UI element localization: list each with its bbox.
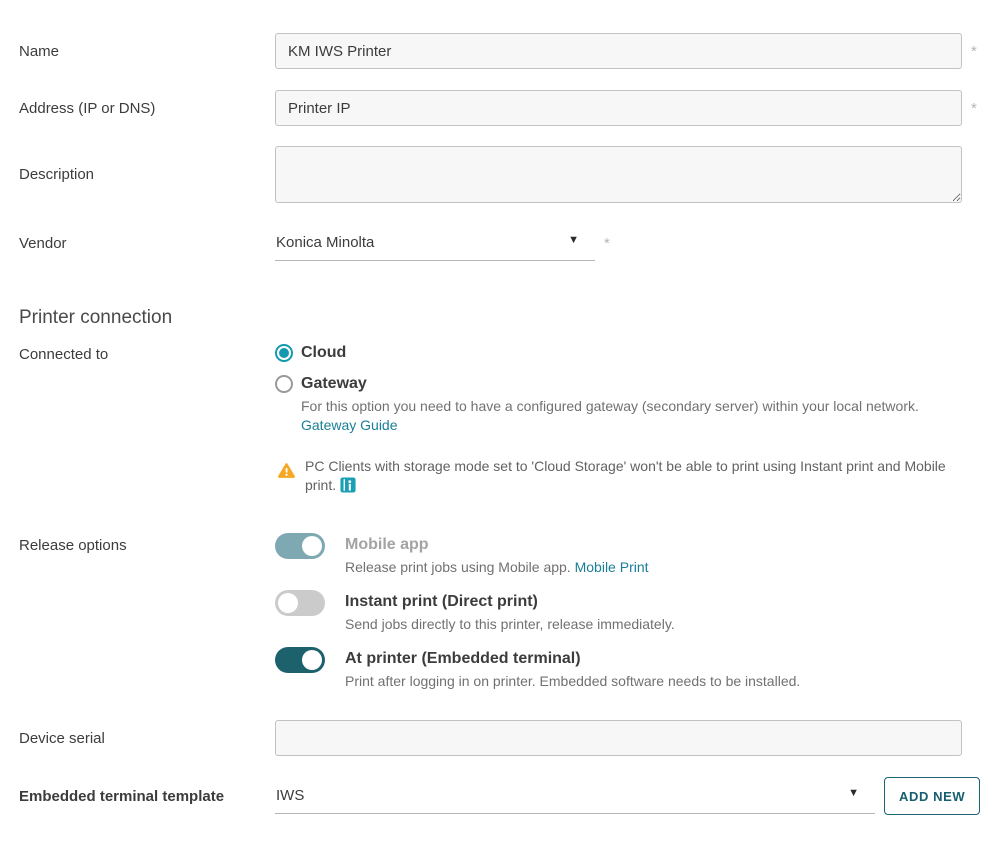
printer-connection-heading: Printer connection [19,307,1007,329]
required-asterisk: * [971,43,977,60]
chevron-down-icon: ▼ [848,787,859,799]
description-row: Description [19,146,1007,203]
gateway-description-text: For this option you need to have a confi… [301,398,919,414]
mobile-app-label: Mobile app [345,535,649,555]
toggle-block-at-printer: At printer (Embedded terminal) Print aft… [275,647,800,693]
toggle-block-mobile-app: Mobile app Release print jobs using Mobi… [275,533,649,579]
mobile-app-toggle[interactable] [275,533,325,559]
instant-print-label: Instant print (Direct print) [345,592,675,612]
warning-text-content: PC Clients with storage mode set to 'Clo… [305,458,946,493]
connected-to-radio-group: Cloud Gateway For this option you need t… [275,344,967,495]
toggle-knob [278,593,298,613]
radio-cloud[interactable]: Cloud [275,344,967,362]
gateway-guide-link[interactable]: Gateway Guide [301,417,398,433]
device-serial-input[interactable] [275,720,962,756]
at-printer-label: At printer (Embedded terminal) [345,649,800,669]
mobile-app-description-text: Release print jobs using Mobile app. [345,559,571,575]
description-label: Description [19,166,275,183]
mobile-print-link[interactable]: Mobile Print [575,559,649,575]
info-icon[interactable] [340,477,356,493]
radio-gateway-label: Gateway [301,375,367,393]
toggle-knob [302,536,322,556]
connected-to-row: Connected to Cloud Gateway For this opti… [19,344,1007,495]
chevron-down-icon: ▼ [568,234,579,246]
device-serial-row: Device serial [19,720,1007,756]
at-printer-toggle[interactable] [275,647,325,673]
terminal-template-label: Embedded terminal template [19,788,275,805]
warning-text: PC Clients with storage mode set to 'Clo… [305,457,967,495]
instant-print-toggle[interactable] [275,590,325,616]
name-row: Name * [19,33,1007,69]
vendor-row: Vendor Konica Minolta ▼ * [19,225,1007,261]
device-serial-label: Device serial [19,730,275,747]
release-options-row: Release options Mobile app Release print… [19,533,1007,704]
vendor-label: Vendor [19,235,275,252]
at-printer-description: Print after logging in on printer. Embed… [345,672,800,691]
description-textarea[interactable] [275,146,962,203]
terminal-template-row: Embedded terminal template IWS ▼ ADD NEW [19,777,1007,815]
required-asterisk: * [604,235,610,252]
mobile-app-description: Release print jobs using Mobile app. Mob… [345,558,649,577]
toggle-block-instant-print: Instant print (Direct print) Send jobs d… [275,590,675,636]
add-new-button[interactable]: ADD NEW [884,777,980,815]
terminal-template-select[interactable]: IWS ▼ [275,778,875,814]
required-asterisk: * [971,100,977,117]
name-input[interactable] [275,33,962,69]
release-options-label: Release options [19,533,275,554]
toggle-knob [302,650,322,670]
radio-cloud-label: Cloud [301,344,346,362]
radio-cloud-circle[interactable] [275,344,293,362]
cloud-storage-warning: PC Clients with storage mode set to 'Clo… [277,457,967,495]
instant-print-description: Send jobs directly to this printer, rele… [345,615,675,634]
vendor-select-value: Konica Minolta [275,234,374,251]
address-input[interactable] [275,90,962,126]
address-row: Address (IP or DNS) * [19,90,1007,126]
connected-to-label: Connected to [19,344,275,363]
terminal-template-select-value: IWS [275,787,304,804]
radio-gateway-circle[interactable] [275,375,293,393]
printer-settings-form: Name * Address (IP or DNS) * Description… [0,0,1007,815]
warning-icon [277,462,296,479]
vendor-select[interactable]: Konica Minolta ▼ [275,225,595,261]
address-label: Address (IP or DNS) [19,100,275,117]
gateway-description: For this option you need to have a confi… [301,397,967,435]
name-label: Name [19,43,275,60]
radio-gateway[interactable]: Gateway [275,375,967,393]
